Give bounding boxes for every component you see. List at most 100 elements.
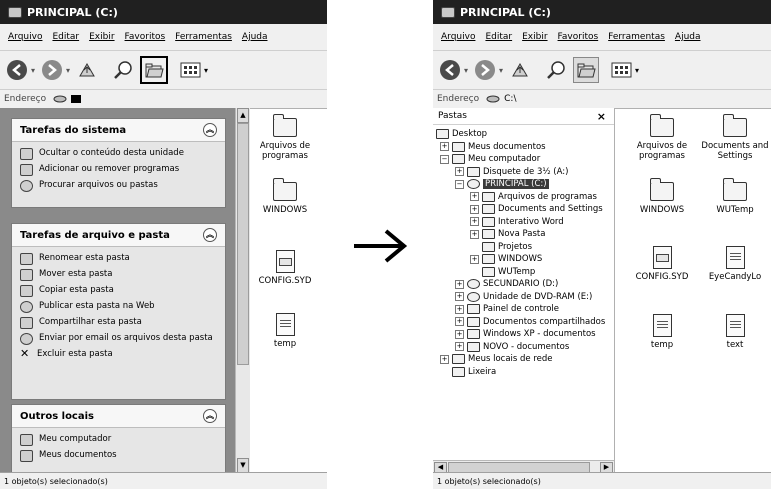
task-item[interactable]: Publicar esta pasta na Web (20, 301, 217, 313)
scroll-thumb[interactable] (237, 123, 249, 365)
address-field[interactable] (50, 93, 327, 106)
menu-exibir[interactable]: Exibir (522, 32, 547, 42)
views-dropdown-icon[interactable]: ▾ (635, 66, 639, 75)
file-item[interactable]: WINDOWS (251, 178, 319, 215)
forward-button[interactable] (472, 57, 498, 83)
back-dropdown-icon[interactable]: ▾ (31, 66, 35, 75)
tree-item-lixeira[interactable]: Lixeira (436, 366, 605, 379)
tree-item-nova-pasta[interactable]: + Nova Pasta (436, 228, 605, 241)
expand-icon[interactable]: + (455, 292, 464, 302)
task-item[interactable]: Renomear esta pasta (20, 253, 217, 265)
menu-ferramentas[interactable]: Ferramentas (608, 32, 665, 42)
collapse-icon[interactable]: ︽ (203, 123, 217, 137)
expand-icon[interactable]: + (455, 304, 464, 314)
tree-item-projetos[interactable]: Projetos (436, 241, 605, 254)
views-button[interactable] (609, 57, 635, 83)
file-item[interactable]: CONFIG.SYD (628, 246, 696, 282)
expand-icon[interactable]: + (455, 279, 464, 289)
forward-button[interactable] (39, 57, 65, 83)
menu-favoritos[interactable]: Favoritos (125, 32, 166, 42)
forward-dropdown-icon[interactable]: ▾ (66, 66, 70, 75)
menu-exibir[interactable]: Exibir (89, 32, 114, 42)
back-button[interactable] (437, 57, 463, 83)
tree-item-disquete[interactable]: + Disquete de 3½ (A:) (436, 166, 605, 179)
address-field[interactable]: C:\ (483, 93, 771, 106)
task-item[interactable]: ✕ Excluir esta pasta (20, 348, 217, 360)
task-item[interactable]: Mover esta pasta (20, 269, 217, 281)
expand-icon[interactable]: + (470, 217, 479, 227)
tree-item-meus-documentos[interactable]: + Meus documentos (436, 141, 605, 154)
file-item[interactable]: text (701, 314, 769, 350)
expand-icon[interactable]: + (455, 329, 464, 339)
tree-item-meu-computador[interactable]: − Meu computador (436, 153, 605, 166)
forward-dropdown-icon[interactable]: ▾ (499, 66, 503, 75)
collapse-icon[interactable]: − (440, 154, 449, 164)
file-item[interactable]: Arquivos de programas (628, 114, 696, 161)
task-item[interactable]: Procurar arquivos ou pastas (20, 180, 217, 192)
tree-item-documents-settings[interactable]: + Documents and Settings (436, 203, 605, 216)
folders-button[interactable] (573, 57, 600, 83)
task-pane-scrollbar[interactable]: ▲ ▼ (235, 108, 250, 473)
file-item[interactable]: EyeCandyLo (701, 246, 769, 282)
tree-item-winxp-docs[interactable]: + Windows XP - documentos (436, 328, 605, 341)
tree-item-novo-docs[interactable]: + NOVO - documentos (436, 341, 605, 354)
expand-icon[interactable]: + (455, 167, 464, 177)
file-item[interactable]: Arquivos de programas (251, 114, 319, 161)
menu-arquivo[interactable]: Arquivo (441, 32, 475, 42)
views-dropdown-icon[interactable]: ▾ (204, 66, 208, 75)
tree-item-interativo-word[interactable]: + Interativo Word (436, 216, 605, 229)
collapse-icon[interactable]: − (455, 179, 464, 189)
collapse-icon[interactable]: ︽ (203, 228, 217, 242)
menu-arquivo[interactable]: Arquivo (8, 32, 42, 42)
expand-icon[interactable]: + (470, 229, 479, 239)
search-button[interactable] (543, 57, 569, 83)
back-button[interactable] (4, 57, 30, 83)
scroll-down-icon[interactable]: ▼ (237, 458, 249, 473)
tree-item-wutemp[interactable]: WUTemp (436, 266, 605, 279)
task-item[interactable]: Adicionar ou remover programas (20, 164, 217, 176)
task-item[interactable]: Compartilhar esta pasta (20, 317, 217, 329)
folders-button[interactable] (140, 56, 169, 84)
expand-icon[interactable]: + (470, 254, 479, 264)
menu-editar[interactable]: Editar (52, 32, 79, 42)
menu-ferramentas[interactable]: Ferramentas (175, 32, 232, 42)
task-item[interactable]: Meu computador (20, 434, 217, 446)
search-button[interactable] (110, 57, 136, 83)
tree-item-locais-rede[interactable]: + Meus locais de rede (436, 353, 605, 366)
back-dropdown-icon[interactable]: ▾ (464, 66, 468, 75)
file-item[interactable]: Documents and Settings (701, 114, 769, 161)
task-item[interactable]: Meus documentos (20, 450, 217, 462)
panel-header[interactable]: Tarefas de arquivo e pasta ︽ (12, 224, 225, 247)
up-folder-button[interactable] (74, 57, 100, 83)
tree-item-secundario[interactable]: + SECUNDARIO (D:) (436, 278, 605, 291)
expand-icon[interactable]: + (455, 342, 464, 352)
tree-item-dvd[interactable]: + Unidade de DVD-RAM (E:) (436, 291, 605, 304)
close-icon[interactable]: × (597, 110, 606, 123)
file-item[interactable]: WUTemp (701, 178, 769, 215)
collapse-icon[interactable]: ︽ (203, 409, 217, 423)
expand-icon[interactable]: + (470, 192, 479, 202)
tree-item-painel[interactable]: + Painel de controle (436, 303, 605, 316)
tree-item-arquivos-programas[interactable]: + Arquivos de programas (436, 191, 605, 204)
tree-item-docs-compartilhados[interactable]: + Documentos compartilhados (436, 316, 605, 329)
task-item[interactable]: Enviar por email os arquivos desta pasta (20, 333, 217, 345)
menu-editar[interactable]: Editar (485, 32, 512, 42)
views-button[interactable] (178, 57, 204, 83)
menu-ajuda[interactable]: Ajuda (675, 32, 701, 42)
up-folder-button[interactable] (507, 57, 533, 83)
tree-item-desktop[interactable]: Desktop (436, 128, 605, 141)
menu-ajuda[interactable]: Ajuda (242, 32, 268, 42)
scroll-up-icon[interactable]: ▲ (237, 108, 249, 123)
file-item[interactable]: temp (628, 314, 696, 350)
expand-icon[interactable]: + (470, 204, 479, 214)
expand-icon[interactable]: + (440, 354, 449, 364)
tree-item-principal[interactable]: − PRINCIPAL (C:) (436, 178, 605, 191)
panel-header[interactable]: Outros locais ︽ (12, 405, 225, 428)
file-item[interactable]: WINDOWS (628, 178, 696, 215)
file-item[interactable]: CONFIG.SYD (251, 250, 319, 286)
file-item[interactable]: temp (251, 313, 319, 349)
task-item[interactable]: Ocultar o conteúdo desta unidade (20, 148, 217, 160)
panel-header[interactable]: Tarefas do sistema ︽ (12, 119, 225, 142)
expand-icon[interactable]: + (455, 317, 464, 327)
menu-favoritos[interactable]: Favoritos (558, 32, 599, 42)
